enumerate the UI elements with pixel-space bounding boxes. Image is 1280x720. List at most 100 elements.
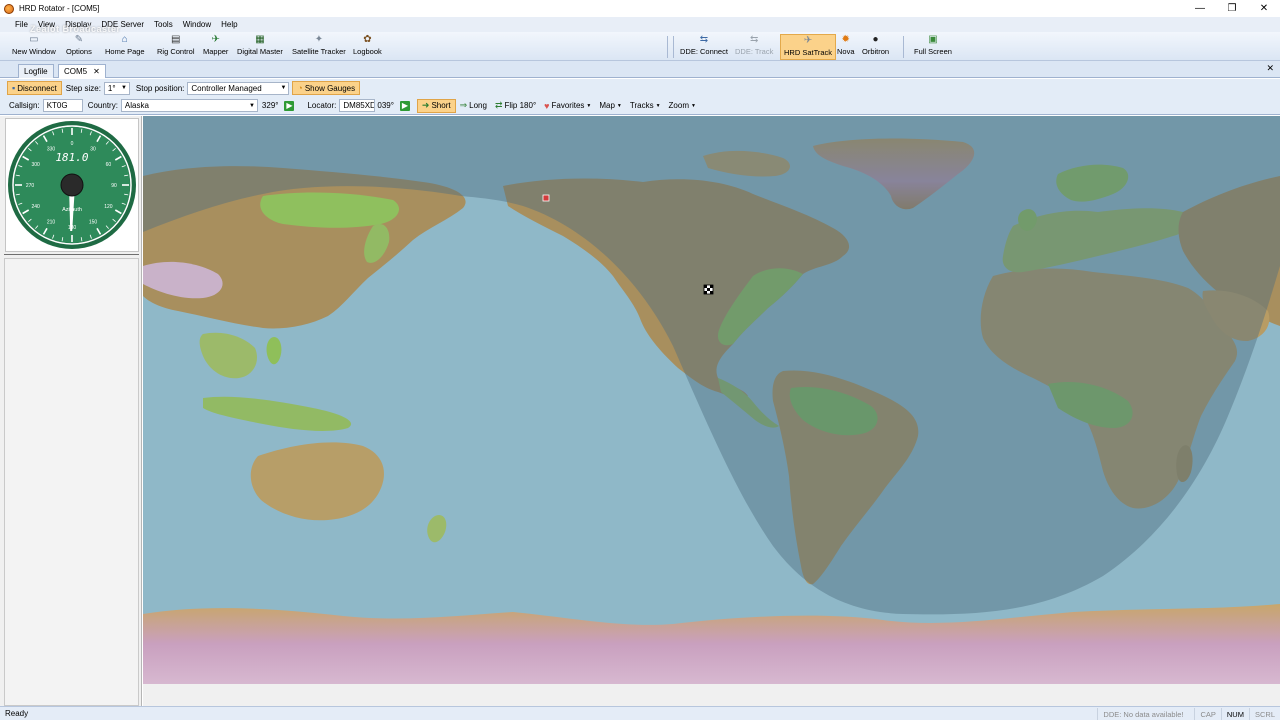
mapper-icon: ✈	[211, 34, 220, 45]
location-controls: Callsign: KT0G Country: Alaska ▼ 329° ▶ …	[0, 97, 1280, 115]
new-window-label: New Window	[12, 47, 56, 56]
go-arrow-icon[interactable]: ▶	[284, 100, 295, 111]
flip-180-button[interactable]: ⇄ Flip 180°	[491, 99, 540, 113]
arrow-right-icon: ➜	[421, 100, 430, 110]
home-icon: ⌂	[121, 34, 128, 45]
digital-master-button[interactable]: ▦ Digital Master	[237, 34, 283, 60]
short-path-button[interactable]: ➜ Short	[416, 98, 456, 113]
world-map[interactable]	[143, 116, 1280, 684]
full-screen-icon: ▣	[928, 34, 938, 45]
orbitron-icon: ●	[872, 34, 879, 45]
toolbar-separator	[667, 36, 668, 58]
panel-divider	[4, 254, 139, 255]
long-path-button[interactable]: ⇒ Long	[456, 99, 491, 113]
dropdown-arrow-icon: ▼	[248, 102, 255, 109]
long-label: Long	[469, 101, 487, 110]
gauge-icon: ◔	[297, 83, 303, 93]
digital-master-label: Digital Master	[237, 47, 283, 56]
logbook-button[interactable]: ✿ Logbook	[353, 34, 382, 60]
gauge-scale-label: 270	[26, 183, 35, 189]
gauge-scale-label: 30	[90, 147, 96, 153]
azimuth-gauge[interactable]: 0 30 60 90 120 150 180 210 240 270 300 3…	[6, 119, 138, 251]
zoom-menu[interactable]: Zoom ▼	[665, 99, 700, 113]
satellite-icon: ✦	[314, 34, 324, 45]
document-tabs: Logfile COM5 ✕ ✕	[0, 61, 1280, 78]
tab-logfile-label: Logfile	[24, 67, 48, 76]
land-siberia-green	[260, 192, 400, 228]
digital-master-icon: ▦	[255, 34, 265, 45]
new-window-button[interactable]: ▭ New Window	[12, 34, 56, 60]
dde-connect-button[interactable]: ⇆ DDE: Connect	[680, 34, 728, 60]
dde-track-label: DDE: Track	[735, 47, 774, 56]
tab-logfile[interactable]: Logfile	[18, 64, 54, 78]
dde-status: DDE: No data available!	[1097, 708, 1188, 720]
orbitron-label: Orbitron	[862, 47, 890, 56]
rig-control-icon: ▤	[171, 34, 181, 45]
country-label: Country:	[87, 101, 118, 110]
sattrack-icon: ✈	[803, 35, 813, 46]
dropdown-arrow-icon: ▼	[280, 85, 287, 91]
menu-bar: File View Display DDE Server Tools Windo…	[0, 17, 1280, 32]
dropdown-arrow-icon: ▼	[655, 102, 661, 109]
orbitron-button[interactable]: ● Orbitron	[862, 34, 889, 60]
gauge-label: Azimuth	[62, 207, 82, 213]
disconnect-icon: ▪	[12, 83, 16, 93]
favorites-menu[interactable]: ♥ Favorites ▼	[540, 99, 595, 113]
stop-position-value: Controller Managed	[191, 83, 262, 93]
step-size-select[interactable]: 1° ▼	[103, 81, 130, 95]
flip-icon: ⇄	[494, 100, 503, 110]
callsign-input[interactable]: KT0G	[42, 99, 83, 112]
tab-close-icon[interactable]: ✕	[93, 67, 100, 76]
rig-control-button[interactable]: ▤ Rig Control	[157, 34, 195, 60]
show-gauges-button[interactable]: ◔ Show Gauges	[292, 81, 361, 95]
target-station-icon[interactable]	[542, 194, 550, 202]
options-button[interactable]: ✎ Options	[66, 34, 92, 60]
dde-track-button[interactable]: ⇆ DDE: Track	[735, 34, 773, 60]
world-map-canvas[interactable]	[143, 116, 1280, 684]
dropdown-arrow-icon: ▼	[586, 102, 592, 109]
logbook-icon: ✿	[363, 34, 372, 45]
menu-help[interactable]: Help	[216, 20, 242, 29]
heart-icon: ♥	[544, 100, 550, 111]
restore-button[interactable]: ❐	[1216, 0, 1248, 17]
main-toolbar: ▭ New Window ✎ Options ⌂ Home Page ▤ Rig…	[0, 32, 1280, 61]
home-page-button[interactable]: ⌂ Home Page	[105, 34, 145, 60]
nova-button[interactable]: ✹ Nova	[837, 34, 855, 60]
stop-position-label: Stop position:	[135, 83, 185, 93]
go-arrow-icon[interactable]: ▶	[399, 100, 410, 111]
minimize-button[interactable]: —	[1184, 0, 1216, 17]
gauge-scale-label: 210	[47, 219, 56, 225]
full-screen-button[interactable]: ▣ Full Screen	[914, 34, 952, 60]
disconnect-button[interactable]: ▪ Disconnect	[7, 81, 62, 95]
full-screen-label: Full Screen	[914, 47, 952, 56]
country-select[interactable]: Alaska ▼	[120, 99, 258, 112]
map-menu[interactable]: Map ▼	[595, 99, 626, 113]
stop-position-select[interactable]: Controller Managed ▼	[187, 81, 290, 95]
menu-tools[interactable]: Tools	[149, 20, 178, 29]
menu-window[interactable]: Window	[178, 20, 216, 29]
gauge-secondary-area	[4, 258, 139, 706]
hrd-sattrack-button[interactable]: ✈ HRD SatTrack	[780, 34, 837, 60]
locator-bearing: 039°	[377, 101, 394, 110]
tab-com5[interactable]: COM5 ✕	[58, 64, 106, 78]
country-value: Alaska	[124, 101, 149, 110]
nova-label: Nova	[837, 47, 855, 56]
close-button[interactable]: ✕	[1248, 0, 1280, 17]
scroll-lock-indicator: SCRL	[1248, 708, 1280, 720]
logbook-label: Logbook	[353, 47, 382, 56]
window-title: HRD Rotator - [COM5]	[19, 4, 100, 13]
step-size-label: Step size:	[65, 83, 101, 93]
gauge-scale-label: 120	[104, 204, 113, 210]
tracks-menu[interactable]: Tracks ▼	[626, 99, 665, 113]
callsign-label: Callsign:	[9, 101, 40, 110]
gauge-panel: 0 30 60 90 120 150 180 210 240 270 300 3…	[0, 116, 142, 706]
dropdown-arrow-icon: ▼	[120, 85, 127, 91]
disconnect-label: Disconnect	[17, 83, 57, 93]
gauge-scale-label: 240	[31, 204, 40, 210]
close-document-icon[interactable]: ✕	[1266, 63, 1274, 74]
mapper-button[interactable]: ✈ Mapper	[203, 34, 228, 60]
home-station-icon[interactable]	[703, 284, 714, 295]
locator-value: DM85XD	[343, 101, 376, 110]
satellite-tracker-button[interactable]: ✦ Satellite Tracker	[292, 34, 346, 60]
locator-input[interactable]: DM85XD	[339, 99, 376, 112]
